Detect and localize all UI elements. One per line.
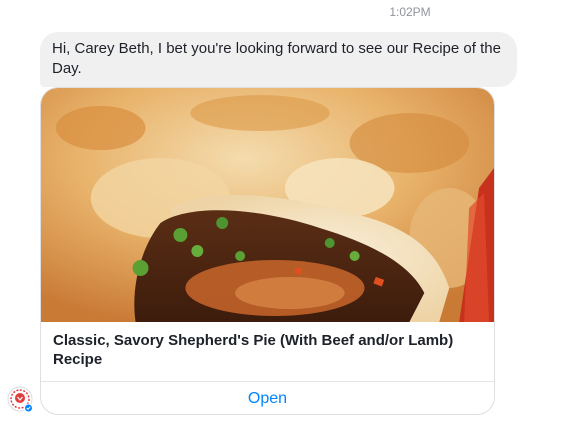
message-bubble: Hi, Carey Beth, I bet you're looking for… <box>40 32 517 87</box>
recipe-card: Classic, Savory Shepherd's Pie (With Bee… <box>40 87 495 415</box>
bot-avatar-icon[interactable] <box>7 386 35 414</box>
message-text: Hi, Carey Beth, I bet you're looking for… <box>52 40 501 77</box>
recipe-image[interactable] <box>41 88 494 322</box>
recipe-title: Classic, Savory Shepherd's Pie (With Bee… <box>53 332 454 368</box>
timestamp: 1:02PM <box>389 5 431 19</box>
open-button[interactable]: Open <box>41 382 494 414</box>
chat-thread: 1:02PM Hi, Carey Beth, I bet you're look… <box>0 0 574 427</box>
